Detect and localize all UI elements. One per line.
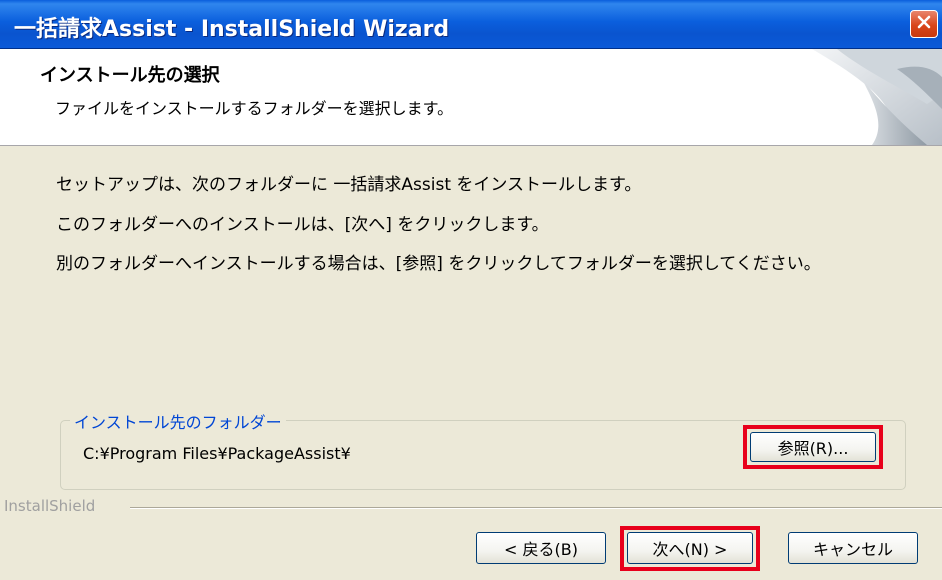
body-line-2: このフォルダーへのインストールは、[次へ] をクリックします。 [56,215,549,235]
window-title: 一括請求Assist - InstallShield Wizard [14,17,450,42]
page-title: インストール先の選択 [40,65,220,86]
back-button[interactable]: < 戻る(B) [476,532,606,564]
body-line-1: セットアップは、次のフォルダーに 一括請求Assist をインストールします。 [56,175,642,195]
installer-window: 一括請求Assist - InstallShield Wizard インストール… [0,0,942,580]
browse-button[interactable]: 参照(R)... [750,432,876,462]
close-icon [916,14,932,34]
back-button-label: < 戻る(B) [504,540,578,559]
footer-separator [130,507,942,509]
cancel-button[interactable]: キャンセル [788,532,918,564]
wizard-header-graphic-icon [812,49,942,145]
wizard-header: インストール先の選択 ファイルをインストールするフォルダーを選択します。 [0,49,942,146]
body-line-3: 別のフォルダーへインストールする場合は、[参照] をクリックしてフォルダーを選択… [56,254,821,274]
title-bar[interactable]: 一括請求Assist - InstallShield Wizard [0,0,942,49]
destination-folder-legend: インストール先のフォルダー [70,409,286,433]
destination-folder-path: C:¥Program Files¥PackageAssist¥ [83,444,351,463]
installshield-brand: InstallShield [4,497,96,515]
page-subtitle: ファイルをインストールするフォルダーを選択します。 [55,99,454,118]
cancel-button-label: キャンセル [812,540,893,559]
next-button-label: 次へ(N) > [652,540,728,559]
close-button[interactable] [910,10,938,38]
browse-button-label: 参照(R)... [777,439,849,458]
next-button[interactable]: 次へ(N) > [627,532,753,564]
